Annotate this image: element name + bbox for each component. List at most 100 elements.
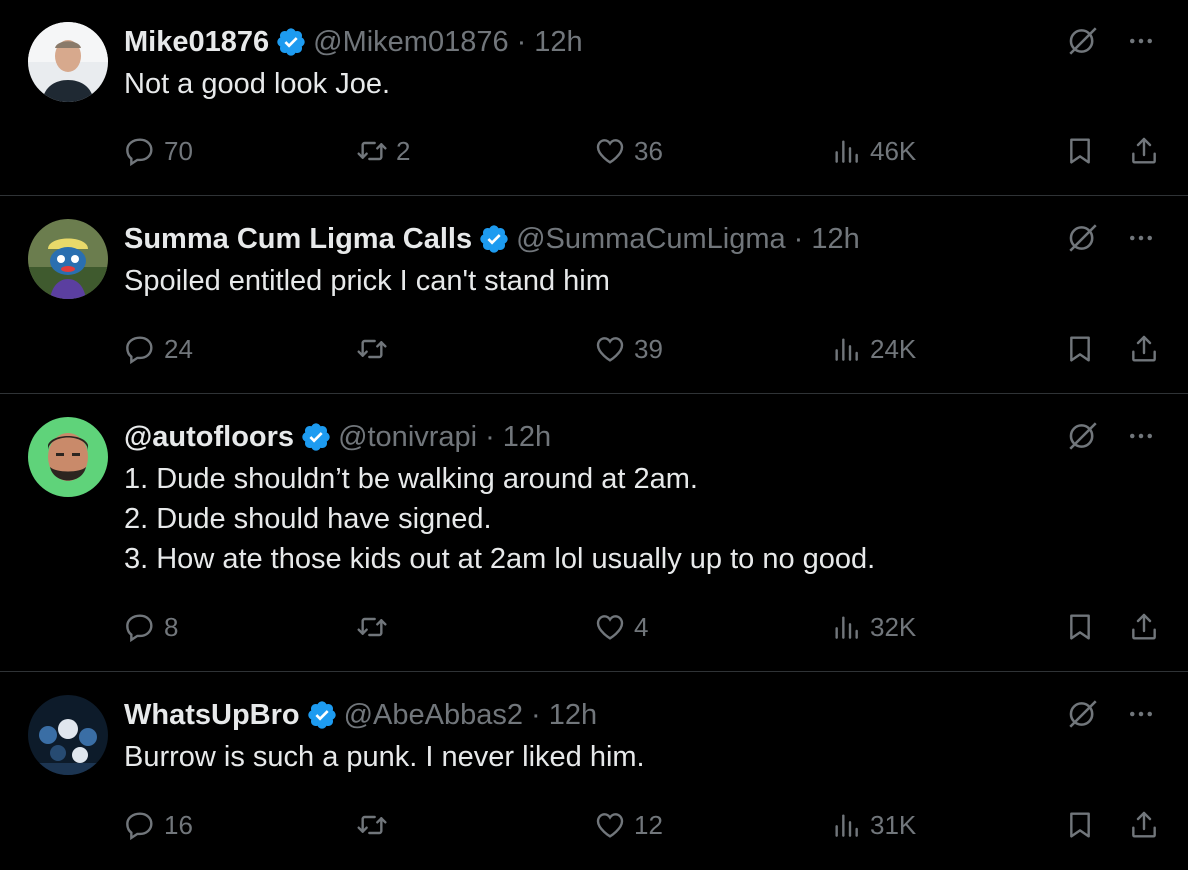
author-name[interactable]: Mike01876 bbox=[124, 26, 269, 59]
like-count: 39 bbox=[634, 333, 663, 364]
view-count: 46K bbox=[870, 135, 917, 166]
avatar[interactable] bbox=[28, 219, 108, 299]
views-icon bbox=[830, 611, 862, 643]
more-icon[interactable] bbox=[1126, 26, 1156, 56]
timestamp[interactable]: 12h bbox=[534, 26, 582, 59]
tweet-text: Spoiled entitled prick I can't stand him bbox=[124, 265, 610, 297]
timestamp[interactable]: 12h bbox=[503, 421, 551, 454]
avatar[interactable] bbox=[28, 22, 108, 102]
verified-badge-icon bbox=[300, 421, 332, 453]
share-icon bbox=[1128, 611, 1160, 643]
grok-icon[interactable] bbox=[1066, 697, 1100, 731]
bookmark-icon bbox=[1064, 809, 1096, 841]
author-handle[interactable]: @tonivrapi bbox=[338, 421, 477, 454]
reply-icon bbox=[124, 135, 156, 167]
more-icon[interactable] bbox=[1126, 223, 1156, 253]
bookmark-button[interactable] bbox=[1064, 329, 1096, 369]
tweet[interactable]: Summa Cum Ligma Calls @SummaCumLigma · 1… bbox=[0, 197, 1188, 394]
author-handle[interactable]: @SummaCumLigma bbox=[516, 223, 786, 256]
retweet-button[interactable] bbox=[356, 329, 396, 369]
verified-badge-icon bbox=[275, 26, 307, 58]
share-button[interactable] bbox=[1128, 607, 1160, 647]
heart-icon bbox=[594, 333, 626, 365]
reply-count: 8 bbox=[164, 611, 179, 642]
view-count: 32K bbox=[870, 611, 917, 642]
reply-button[interactable]: 70 bbox=[124, 131, 193, 171]
author-name[interactable]: Summa Cum Ligma Calls bbox=[124, 223, 472, 256]
reply-count: 24 bbox=[164, 333, 193, 364]
reply-button[interactable]: 24 bbox=[124, 329, 193, 369]
separator-dot: · bbox=[516, 25, 527, 58]
grok-icon[interactable] bbox=[1066, 24, 1100, 58]
timestamp[interactable]: 12h bbox=[549, 699, 597, 732]
heart-icon bbox=[594, 809, 626, 841]
reply-icon bbox=[124, 809, 156, 841]
verified-badge-icon bbox=[306, 699, 338, 731]
retweet-count: 2 bbox=[396, 135, 411, 166]
like-count: 12 bbox=[634, 809, 663, 840]
separator-dot: · bbox=[485, 420, 495, 453]
views-button[interactable]: 32K bbox=[830, 607, 916, 647]
heart-icon bbox=[594, 611, 626, 643]
like-button[interactable]: 36 bbox=[594, 131, 663, 171]
views-button[interactable]: 31K bbox=[830, 805, 916, 845]
retweet-button[interactable]: 2 bbox=[356, 131, 410, 171]
view-count: 31K bbox=[870, 809, 917, 840]
like-button[interactable]: 12 bbox=[594, 805, 663, 845]
timestamp[interactable]: 12h bbox=[811, 223, 859, 256]
bookmark-button[interactable] bbox=[1064, 805, 1096, 845]
separator-dot: · bbox=[531, 698, 541, 731]
reply-button[interactable]: 8 bbox=[124, 607, 178, 647]
like-button[interactable]: 39 bbox=[594, 329, 663, 369]
grok-icon[interactable] bbox=[1066, 221, 1100, 255]
retweet-icon bbox=[356, 611, 388, 643]
share-icon bbox=[1128, 333, 1160, 365]
bookmark-icon bbox=[1064, 611, 1096, 643]
reply-button[interactable]: 16 bbox=[124, 805, 193, 845]
share-icon bbox=[1128, 809, 1160, 841]
share-button[interactable] bbox=[1128, 805, 1160, 845]
retweet-button[interactable] bbox=[356, 607, 396, 647]
author-handle[interactable]: @AbeAbbas2 bbox=[344, 699, 523, 732]
bookmark-button[interactable] bbox=[1064, 607, 1096, 647]
reply-icon bbox=[124, 611, 156, 643]
tweet[interactable]: WhatsUpBro @AbeAbbas2 · 12h Burrow is su… bbox=[0, 673, 1188, 870]
reply-count: 70 bbox=[164, 135, 193, 166]
more-icon[interactable] bbox=[1126, 699, 1156, 729]
views-button[interactable]: 24K bbox=[830, 329, 916, 369]
bookmark-icon bbox=[1064, 135, 1096, 167]
share-button[interactable] bbox=[1128, 329, 1160, 369]
views-icon bbox=[830, 809, 862, 841]
views-icon bbox=[830, 333, 862, 365]
author-name[interactable]: @autofloors bbox=[124, 421, 294, 454]
author-name[interactable]: WhatsUpBro bbox=[124, 699, 300, 732]
reply-icon bbox=[124, 333, 156, 365]
tweet[interactable]: @autofloors @tonivrapi · 12h 1. Dude sho… bbox=[0, 395, 1188, 672]
grok-icon[interactable] bbox=[1066, 419, 1100, 453]
separator-dot: · bbox=[793, 222, 804, 255]
share-button[interactable] bbox=[1128, 131, 1160, 171]
more-icon[interactable] bbox=[1126, 421, 1156, 451]
reply-count: 16 bbox=[164, 809, 193, 840]
heart-icon bbox=[594, 135, 626, 167]
author-handle[interactable]: @Mikem01876 bbox=[313, 26, 508, 59]
bookmark-icon bbox=[1064, 333, 1096, 365]
tweet[interactable]: Mike01876 @Mikem01876 · 12h Not a good l… bbox=[0, 0, 1188, 196]
views-button[interactable]: 46K bbox=[830, 131, 916, 171]
like-count: 36 bbox=[634, 135, 663, 166]
verified-badge-icon bbox=[478, 223, 510, 255]
like-button[interactable]: 4 bbox=[594, 607, 648, 647]
avatar[interactable] bbox=[28, 417, 108, 497]
avatar[interactable] bbox=[28, 695, 108, 775]
retweet-button[interactable] bbox=[356, 805, 396, 845]
retweet-icon bbox=[356, 333, 388, 365]
tweet-text: Burrow is such a punk. I never liked him… bbox=[124, 741, 645, 773]
tweet-text: Not a good look Joe. bbox=[124, 68, 391, 100]
retweet-icon bbox=[356, 135, 388, 167]
retweet-icon bbox=[356, 809, 388, 841]
views-icon bbox=[830, 135, 862, 167]
view-count: 24K bbox=[870, 333, 917, 364]
tweet-text: 1. Dude shouldn’t be walking around at 2… bbox=[124, 463, 876, 575]
bookmark-button[interactable] bbox=[1064, 131, 1096, 171]
share-icon bbox=[1128, 135, 1160, 167]
